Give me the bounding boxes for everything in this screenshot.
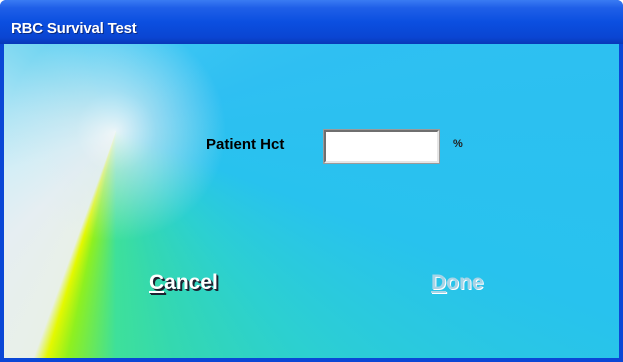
done-button[interactable]: Done bbox=[431, 268, 484, 298]
done-access-key: D bbox=[431, 271, 447, 294]
window-title: RBC Survival Test bbox=[11, 20, 137, 37]
done-label: one bbox=[446, 271, 484, 294]
title-bar[interactable]: RBC Survival Test bbox=[0, 0, 623, 44]
patient-hct-input[interactable] bbox=[323, 129, 440, 164]
dialog-window: RBC Survival Test Patient Hct % Cancel D… bbox=[0, 0, 623, 362]
percent-unit-label: % bbox=[453, 138, 463, 150]
cancel-access-key: C bbox=[149, 271, 165, 294]
cancel-button[interactable]: Cancel bbox=[149, 268, 218, 298]
cancel-label: ancel bbox=[164, 271, 218, 294]
dialog-body: Patient Hct % Cancel Done bbox=[4, 44, 619, 358]
patient-hct-label: Patient Hct bbox=[206, 136, 285, 153]
